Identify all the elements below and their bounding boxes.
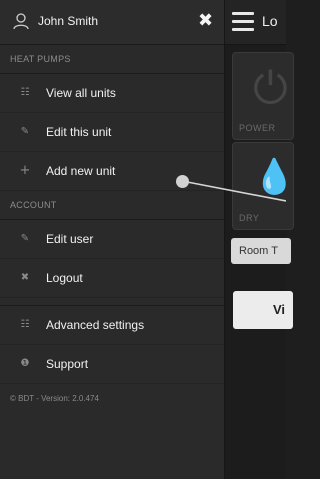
grid-icon: ☷ [20,87,30,98]
close-small-icon: ✖ [20,272,30,283]
menu-item-view-all-units[interactable]: ☷ View all units [0,73,224,113]
info-icon: ❶ [20,358,30,369]
power-icon: ⏻ [253,63,288,114]
room-temp-field[interactable]: Room T [231,238,291,264]
plus-icon: + [19,163,31,178]
user-icon [13,13,29,30]
screen-title: Lo [262,13,278,29]
dry-label: DRY [239,213,260,223]
menu-item-label: Advanced settings [46,318,145,332]
menu-item-advanced-settings[interactable]: ☷ Advanced settings [0,306,224,345]
menu-divider [0,298,224,306]
close-icon[interactable]: ✖ [198,10,213,31]
dry-tile[interactable]: 💧 DRY [232,142,294,230]
pencil-icon: ✎ [20,126,30,137]
menu-item-label: Support [46,357,89,371]
menu-item-edit-user[interactable]: ✎ Edit user [0,219,224,259]
power-label: POWER [239,123,276,133]
drag-handle-dot[interactable] [176,175,189,188]
menu-item-logout[interactable]: ✖ Logout [0,259,224,298]
drop-icon: 💧 [253,157,294,197]
power-tile[interactable]: ⏻ POWER [232,52,294,140]
user-name: John Smith [38,14,99,28]
section-heat-pumps: HEAT PUMPS [10,54,71,64]
menu-item-add-new-unit[interactable]: + Add new unit [0,152,224,191]
section-account: ACCOUNT [10,200,57,210]
menu-item-label: View all units [46,86,116,100]
menu-item-label: Edit this unit [46,125,112,139]
view-button[interactable]: Vi [233,291,293,329]
pencil-icon: ✎ [20,233,30,244]
menu-item-label: Add new unit [46,164,116,178]
menu-item-label: Edit user [46,232,94,246]
side-drawer: John Smith ✖ HEAT PUMPS ☷ View all units… [0,0,225,479]
menu-item-label: Logout [46,271,83,285]
version-text: © BDT - Version: 2.0.474 [10,394,99,403]
drawer-header: John Smith ✖ [0,0,224,45]
menu-item-support[interactable]: ❶ Support [0,345,224,384]
menu-icon[interactable] [232,12,254,32]
menu-item-edit-this-unit[interactable]: ✎ Edit this unit [0,113,224,152]
grid-icon: ☷ [20,319,30,330]
